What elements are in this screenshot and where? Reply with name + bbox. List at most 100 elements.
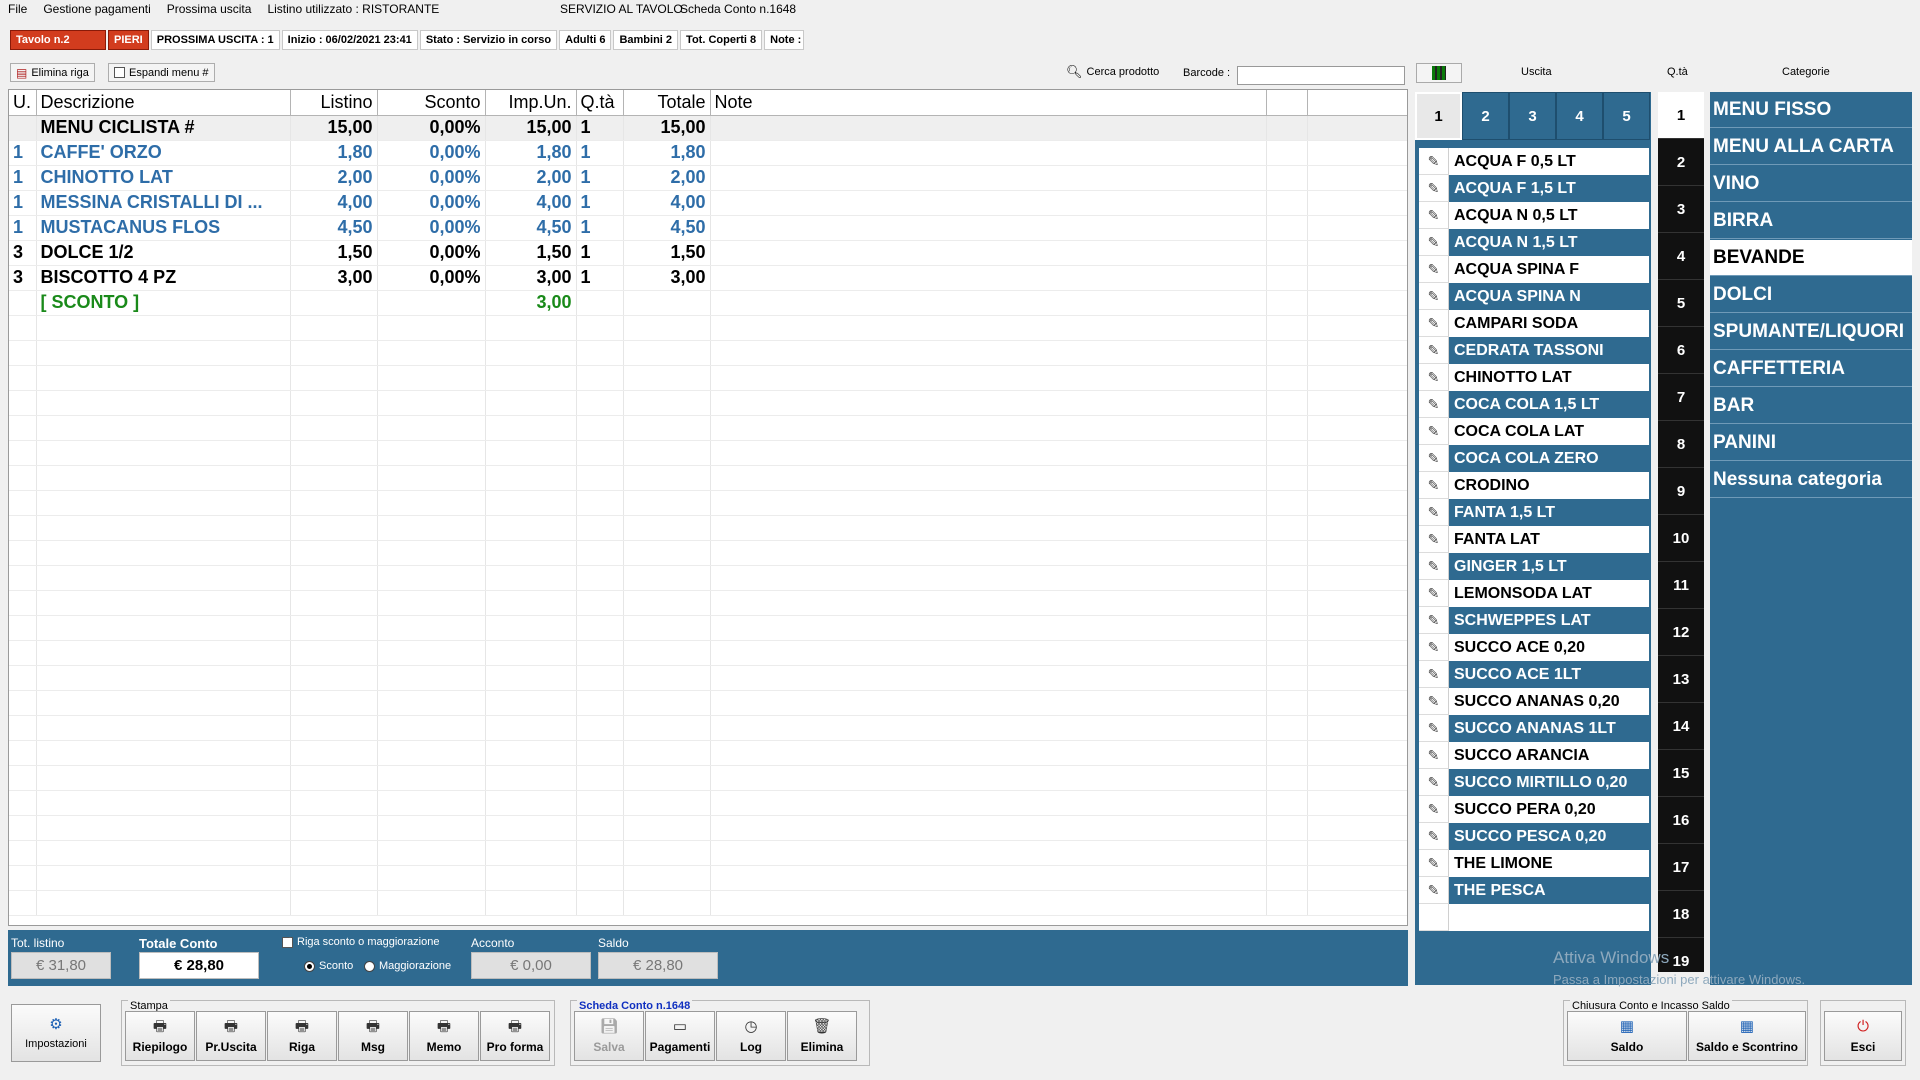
pencil-icon[interactable]: ✎ — [1419, 445, 1449, 472]
col-u[interactable]: U. — [9, 90, 37, 116]
pencil-icon[interactable]: ✎ — [1419, 634, 1449, 661]
pencil-icon[interactable]: ✎ — [1419, 850, 1449, 877]
qty-button-6[interactable]: 6 — [1658, 327, 1704, 374]
pencil-icon[interactable]: ✎ — [1419, 364, 1449, 391]
saldo-scontrino-button[interactable]: ▦ Saldo e Scontrino — [1688, 1011, 1806, 1061]
col-totale[interactable]: Totale — [623, 90, 711, 116]
pencil-icon[interactable]: ✎ — [1419, 553, 1449, 580]
save-button[interactable]: 💾︎ Salva — [574, 1011, 644, 1061]
product-item[interactable]: ✎ ACQUA SPINA N — [1419, 283, 1649, 310]
qty-button-14[interactable]: 14 — [1658, 703, 1704, 750]
product-item[interactable]: ✎ ACQUA N 1,5 LT — [1419, 229, 1649, 256]
expand-menu-checkbox[interactable] — [114, 67, 125, 78]
product-item[interactable]: ✎ ACQUA SPINA F — [1419, 256, 1649, 283]
product-item[interactable]: ✎ SUCCO ANANAS 1LT — [1419, 715, 1649, 742]
exit-tab-3[interactable]: 3 — [1509, 92, 1556, 140]
menu-gestione-pagamenti[interactable]: Gestione pagamenti — [35, 2, 158, 16]
grid-view-button[interactable] — [1416, 63, 1462, 83]
category-item[interactable]: Nessuna categoria — [1710, 462, 1912, 498]
discount-row-checkbox[interactable] — [282, 935, 293, 948]
table-row[interactable]: MENU CICLISTA #15,00 0,00% 15,00 1 15,00 — [9, 115, 1407, 141]
table-row[interactable]: 1 CHINOTTO LAT 2,00 0,00% 2,00 1 2,00 — [9, 165, 1407, 191]
payments-button[interactable]: ▭ Pagamenti — [645, 1011, 715, 1061]
msg-button[interactable]: 🖶 Msg — [338, 1011, 408, 1061]
qty-button-3[interactable]: 3 — [1658, 186, 1704, 233]
col-note[interactable]: Note — [710, 90, 1267, 116]
category-item[interactable]: SPUMANTE/LIQUORI — [1710, 314, 1912, 350]
pencil-icon[interactable]: ✎ — [1419, 148, 1449, 175]
product-item[interactable]: ✎ CRODINO — [1419, 472, 1649, 499]
product-item[interactable]: ✎ SCHWEPPES LAT — [1419, 607, 1649, 634]
product-item[interactable]: ✎ FANTA LAT — [1419, 526, 1649, 553]
qty-button-18[interactable]: 18 — [1658, 891, 1704, 938]
product-item[interactable]: ✎ THE PESCA — [1419, 877, 1649, 904]
product-item[interactable]: ✎ SUCCO PERA 0,20 — [1419, 796, 1649, 823]
pencil-icon[interactable]: ✎ — [1419, 607, 1449, 634]
exit-tab-4[interactable]: 4 — [1556, 92, 1603, 140]
qty-button-2[interactable]: 2 — [1658, 139, 1704, 186]
table-row[interactable]: 1 CAFFE' ORZO 1,80 0,00% 1,80 1 1,80 — [9, 140, 1407, 166]
product-item[interactable]: ✎ COCA COLA ZERO — [1419, 445, 1649, 472]
pencil-icon[interactable]: ✎ — [1419, 337, 1449, 364]
product-item[interactable]: ✎ SUCCO ARANCIA — [1419, 742, 1649, 769]
category-item[interactable]: DOLCI — [1710, 277, 1912, 313]
pencil-icon[interactable]: ✎ — [1419, 715, 1449, 742]
product-item[interactable]: ✎ LEMONSODA LAT — [1419, 580, 1649, 607]
col-qta[interactable]: Q.tà — [576, 90, 624, 116]
category-item[interactable]: BIRRA — [1710, 203, 1912, 239]
category-item[interactable]: CAFFETTERIA — [1710, 351, 1912, 387]
settings-button[interactable]: ⚙ Impostazioni — [11, 1004, 101, 1062]
barcode-input[interactable] — [1237, 66, 1405, 85]
qty-button-13[interactable]: 13 — [1658, 656, 1704, 703]
pencil-icon[interactable]: ✎ — [1419, 580, 1449, 607]
product-item[interactable]: ✎ GINGER 1,5 LT — [1419, 553, 1649, 580]
product-item[interactable]: ✎ SUCCO ACE 0,20 — [1419, 634, 1649, 661]
pencil-icon[interactable]: ✎ — [1419, 283, 1449, 310]
product-item[interactable]: ✎ ACQUA F 0,5 LT — [1419, 148, 1649, 175]
discount-row-toggle[interactable]: Riga sconto o maggiorazione — [282, 935, 439, 948]
menu-listino[interactable]: Listino utilizzato : RISTORANTE — [259, 2, 447, 16]
delete-row-button[interactable]: ▤ Elimina riga — [10, 63, 95, 82]
qty-button-15[interactable]: 15 — [1658, 750, 1704, 797]
table-row[interactable]: [ SCONTO ] 3,00 — [9, 290, 1407, 316]
qty-button-12[interactable]: 12 — [1658, 609, 1704, 656]
maggiorazione-radio[interactable] — [364, 960, 375, 972]
riepilogo-button[interactable]: 🖶 Riepilogo — [125, 1011, 195, 1061]
product-item[interactable]: ✎ SUCCO ACE 1LT — [1419, 661, 1649, 688]
product-item[interactable]: ✎ ACQUA N 0,5 LT — [1419, 202, 1649, 229]
delete-bill-button[interactable]: 🗑︎ Elimina — [787, 1011, 857, 1061]
category-item[interactable]: MENU ALLA CARTA — [1710, 129, 1912, 165]
product-item[interactable]: ✎ CEDRATA TASSONI — [1419, 337, 1649, 364]
qty-button-8[interactable]: 8 — [1658, 421, 1704, 468]
pencil-icon[interactable]: ✎ — [1419, 769, 1449, 796]
col-imp-un[interactable]: Imp.Un. — [485, 90, 577, 116]
col-descrizione[interactable]: Descrizione — [36, 90, 291, 116]
product-item[interactable]: ✎ SUCCO ANANAS 0,20 — [1419, 688, 1649, 715]
product-item[interactable]: ✎ ACQUA F 1,5 LT — [1419, 175, 1649, 202]
product-item[interactable]: ✎ SUCCO PESCA 0,20 — [1419, 823, 1649, 850]
pencil-icon[interactable]: ✎ — [1419, 742, 1449, 769]
exit-button[interactable]: ⏻ Esci — [1824, 1011, 1902, 1061]
pencil-icon[interactable]: ✎ — [1419, 796, 1449, 823]
log-button[interactable]: ◷ Log — [716, 1011, 786, 1061]
pencil-icon[interactable]: ✎ — [1419, 418, 1449, 445]
qty-button-1[interactable]: 1 — [1658, 92, 1704, 139]
exit-tab-2[interactable]: 2 — [1462, 92, 1509, 140]
table-row[interactable]: 3 DOLCE 1/2 1,50 0,00% 1,50 1 1,50 — [9, 240, 1407, 266]
exit-tab-1[interactable]: 1 — [1415, 92, 1462, 140]
pencil-icon[interactable]: ✎ — [1419, 688, 1449, 715]
sconto-radio[interactable] — [304, 960, 315, 972]
qty-button-10[interactable]: 10 — [1658, 515, 1704, 562]
category-item[interactable]: BEVANDE — [1710, 240, 1912, 276]
exit-tab-5[interactable]: 5 — [1603, 92, 1650, 140]
product-item[interactable]: ✎ CAMPARI SODA — [1419, 310, 1649, 337]
product-item[interactable]: ✎ COCA COLA 1,5 LT — [1419, 391, 1649, 418]
riga-button[interactable]: 🖶 Riga — [267, 1011, 337, 1061]
table-row[interactable]: 1 MESSINA CRISTALLI DI ... 4,00 0,00% 4,00 1 4… — [9, 190, 1407, 216]
category-item[interactable]: VINO — [1710, 166, 1912, 202]
pencil-icon[interactable]: ✎ — [1419, 391, 1449, 418]
pencil-icon[interactable]: ✎ — [1419, 202, 1449, 229]
pencil-icon[interactable]: ✎ — [1419, 823, 1449, 850]
table-row[interactable]: 3 BISCOTTO 4 PZ 3,00 0,00% 3,00 1 3,00 — [9, 265, 1407, 291]
memo-button[interactable]: 🖶 Memo — [409, 1011, 479, 1061]
